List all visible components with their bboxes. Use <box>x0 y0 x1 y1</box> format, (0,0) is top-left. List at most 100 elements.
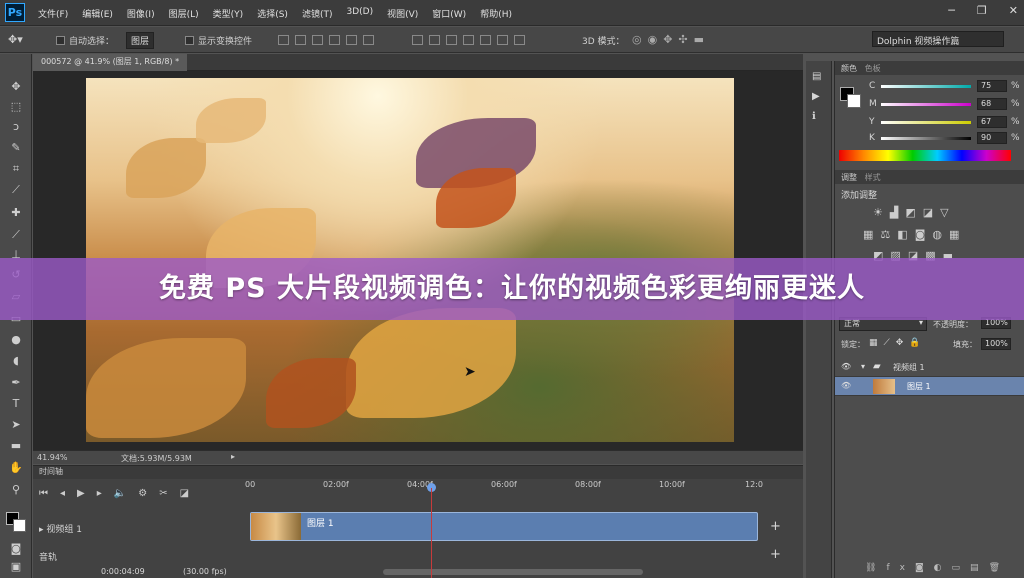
next-frame-icon[interactable]: ▸ <box>97 488 114 499</box>
align-bottom-icon[interactable] <box>312 35 323 45</box>
timeline-scrollbar[interactable] <box>383 569 643 575</box>
vibrance-icon[interactable]: ▽ <box>940 206 955 219</box>
new-group-icon[interactable]: ▭ <box>952 563 971 573</box>
zoom-tool-icon[interactable]: ⚲ <box>8 483 24 497</box>
cyan-slider[interactable] <box>881 85 971 88</box>
align-middle-icon[interactable] <box>295 35 306 45</box>
healing-tool-icon[interactable]: ✚ <box>8 206 24 220</box>
first-frame-icon[interactable]: ⏮ <box>39 488 60 499</box>
menu-view[interactable]: 视图(V) <box>387 7 418 20</box>
history-icon[interactable]: ▤ <box>812 71 821 82</box>
video-clip[interactable]: 图层 1 <box>250 512 758 541</box>
audio-icon[interactable]: 🔈 <box>114 488 138 499</box>
menu-filter[interactable]: 滤镜(T) <box>302 7 333 20</box>
black-slider[interactable] <box>881 137 971 140</box>
cyan-value[interactable]: 75 <box>977 80 1007 92</box>
zoom-level[interactable]: 41.94% <box>37 453 68 462</box>
auto-select-checkbox[interactable]: 自动选择： <box>56 34 114 47</box>
adjustment-layer-icon[interactable]: ◐ <box>934 563 952 573</box>
auto-align-icon[interactable] <box>514 35 525 45</box>
distribute-middle-icon[interactable] <box>429 35 440 45</box>
hue-saturation-icon[interactable]: ▦ <box>863 228 880 241</box>
menu-3d[interactable]: 3D(D) <box>346 7 373 20</box>
distribute-left-icon[interactable] <box>463 35 474 45</box>
yellow-slider[interactable] <box>881 121 971 124</box>
dodge-tool-icon[interactable]: ◖ <box>8 354 24 368</box>
magenta-slider[interactable] <box>881 103 971 106</box>
color-spectrum-bar[interactable] <box>839 150 1011 161</box>
move-tool-icon[interactable]: ✥▾ <box>8 33 23 46</box>
menu-image[interactable]: 图像(I) <box>127 7 155 20</box>
blur-tool-icon[interactable]: ● <box>8 333 24 347</box>
menu-window[interactable]: 窗口(W) <box>432 7 466 20</box>
minimize-button[interactable]: ─ <box>948 4 955 17</box>
marquee-tool-icon[interactable]: ⬚ <box>8 100 24 114</box>
new-layer-icon[interactable]: ▤ <box>970 563 989 573</box>
mask-icon[interactable]: ◙ <box>915 563 934 573</box>
eyedropper-tool-icon[interactable]: ⟋ <box>8 183 24 197</box>
lock-icons[interactable]: ▦⟋✥🔒 <box>869 338 927 348</box>
path-select-icon[interactable]: ➤ <box>8 418 24 432</box>
align-left-icon[interactable] <box>329 35 340 45</box>
align-top-icon[interactable] <box>278 35 289 45</box>
hand-tool-icon[interactable]: ✋ <box>8 461 24 475</box>
timeline-ruler[interactable]: 00 02:00f 04:00f 06:00f 08:00f 10:00f 12… <box>245 480 765 494</box>
menu-help[interactable]: 帮助(H) <box>480 7 512 20</box>
show-transform-checkbox[interactable]: 显示变换控件 <box>185 34 252 47</box>
magenta-value[interactable]: 68 <box>977 98 1007 110</box>
tab-styles[interactable]: 样式 <box>865 173 881 182</box>
screen-mode-icon[interactable]: ▣ <box>8 560 24 574</box>
fx-icon[interactable]: fx <box>886 563 915 573</box>
distribute-top-icon[interactable] <box>412 35 423 45</box>
add-audio-button[interactable]: + <box>770 547 781 562</box>
channel-mixer-icon[interactable]: ◍ <box>932 228 949 241</box>
distribute-center-icon[interactable] <box>480 35 491 45</box>
curves-icon[interactable]: ◩ <box>905 206 922 219</box>
color-balance-icon[interactable]: ⚖ <box>880 228 897 241</box>
distribute-right-icon[interactable] <box>497 35 508 45</box>
photo-filter-icon[interactable]: ◙ <box>915 228 933 241</box>
close-button[interactable]: ✕ <box>1009 4 1018 17</box>
color-lookup-icon[interactable]: ▦ <box>949 228 966 241</box>
transition-icon[interactable]: ◪ <box>180 488 201 499</box>
actions-icon[interactable]: ▶ <box>812 91 820 102</box>
tab-adjustments[interactable]: 调整 <box>841 173 857 182</box>
yellow-value[interactable]: 67 <box>977 116 1007 128</box>
brightness-icon[interactable]: ☀ <box>873 206 890 219</box>
auto-select-dropdown[interactable]: 图层 <box>126 32 155 49</box>
play-icon[interactable]: ▶ <box>77 488 97 499</box>
exposure-icon[interactable]: ◪ <box>923 206 940 219</box>
tab-swatches[interactable]: 色板 <box>865 64 881 73</box>
link-icon[interactable]: ⛓ <box>865 563 886 573</box>
brush-tool-icon[interactable]: ⟋ <box>8 228 24 242</box>
menu-file[interactable]: 文件(F) <box>38 7 68 20</box>
settings-icon[interactable]: ⚙ <box>138 488 159 499</box>
info-icon[interactable]: ℹ <box>812 111 816 122</box>
background-color-swatch[interactable] <box>13 519 26 532</box>
layer-row-selected[interactable]: 👁 图层 1 <box>835 377 1024 396</box>
layer-row-group[interactable]: 👁 ▾ ▰ 视频组 1 <box>835 358 1024 377</box>
menu-select[interactable]: 选择(S) <box>257 7 288 20</box>
quick-mask-icon[interactable]: ◙ <box>8 542 24 556</box>
prev-frame-icon[interactable]: ◂ <box>60 488 77 499</box>
distribute-bottom-icon[interactable] <box>446 35 457 45</box>
restore-button[interactable]: ❐ <box>977 4 987 17</box>
quick-select-tool-icon[interactable]: ✎ <box>8 141 24 155</box>
menu-type[interactable]: 类型(Y) <box>213 7 244 20</box>
background-swatch[interactable] <box>847 94 861 108</box>
lasso-tool-icon[interactable]: ↄ <box>8 120 24 134</box>
shape-tool-icon[interactable]: ▬ <box>8 439 24 453</box>
status-menu-arrow-icon[interactable]: ▸ <box>231 452 235 461</box>
document-tab[interactable]: 000572 @ 41.9% (图层 1, RGB/8) * <box>33 54 188 71</box>
visibility-eye-icon[interactable]: 👁 <box>841 362 851 371</box>
levels-icon[interactable]: ▟ <box>890 206 905 219</box>
split-icon[interactable]: ✂ <box>159 488 179 499</box>
expand-arrow-icon[interactable]: ▾ <box>861 362 865 371</box>
black-value[interactable]: 90 <box>977 132 1007 144</box>
visibility-eye-icon[interactable]: 👁 <box>841 381 851 390</box>
align-right-icon[interactable] <box>363 35 374 45</box>
add-media-button[interactable]: + <box>770 519 781 534</box>
crop-tool-icon[interactable]: ⌗ <box>8 162 24 176</box>
pen-tool-icon[interactable]: ✒ <box>8 376 24 390</box>
video-group-track-header[interactable]: ▸ 视频组 1 <box>39 522 82 535</box>
